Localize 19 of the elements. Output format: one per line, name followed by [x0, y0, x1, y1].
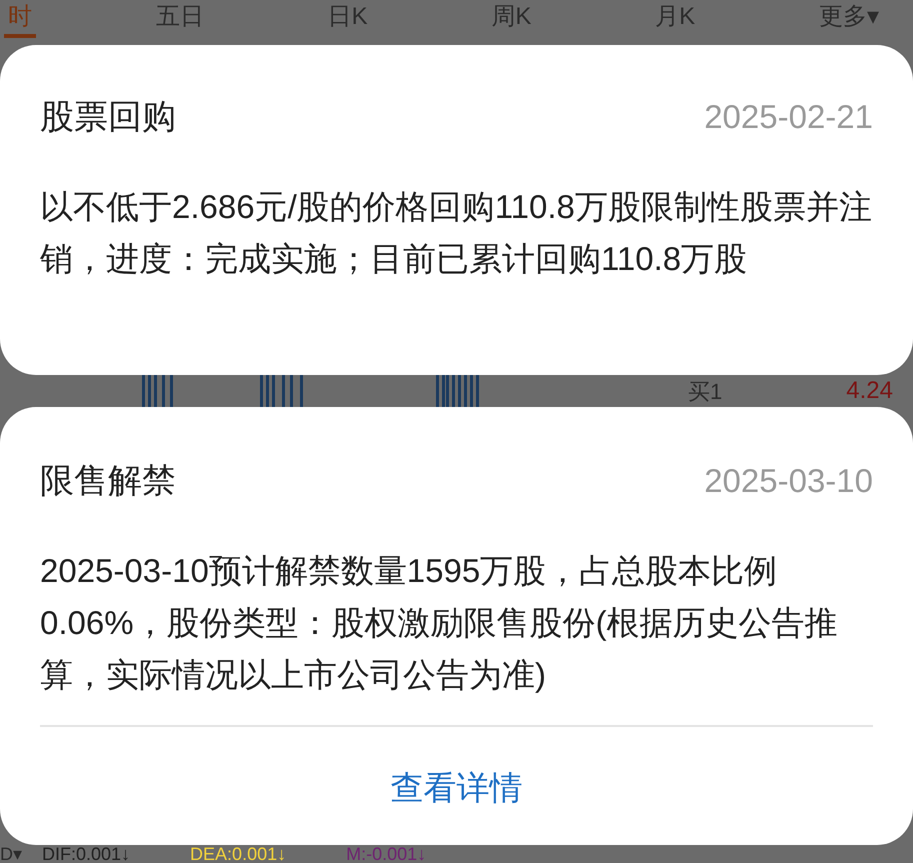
- card-date: 2025-02-21: [704, 97, 873, 138]
- order-book-label: 买1: [688, 378, 722, 406]
- indicator-value: DIF:0.001↓: [42, 845, 130, 863]
- order-book-price: 4.24: [846, 376, 893, 406]
- indicator-value: M:-0.001↓: [346, 845, 426, 863]
- view-details-link[interactable]: 查看详情: [390, 763, 522, 812]
- chart-period-tab[interactable]: 时: [4, 0, 36, 38]
- indicator-selector[interactable]: D▾: [0, 845, 22, 863]
- card-date: 2025-03-10: [704, 461, 873, 502]
- indicator-value: DEA:0.001↓: [190, 845, 286, 863]
- card-body-text: 2025-03-10预计解禁数量1595万股，占总股本比例0.06%，股份类型：股权激励限售股份(根据历史公告推算，实际情况以上市公司公告为准): [40, 551, 839, 695]
- chart-period-tab[interactable]: 更多▾: [814, 0, 883, 34]
- chart-period-tab[interactable]: 周K: [487, 0, 536, 34]
- chart-period-tab[interactable]: 日K: [324, 0, 372, 34]
- card-title: 限售解禁: [40, 460, 176, 502]
- chart-period-tab[interactable]: 月K: [651, 0, 700, 34]
- chart-period-tab[interactable]: 五日: [152, 0, 208, 34]
- card-body-text: 以不低于2.686元/股的价格回购110.8万股限制性股票并注销，进度：完成实施；目前已累计回购110.8万股: [40, 187, 873, 279]
- card-title: 股票回购: [40, 96, 176, 138]
